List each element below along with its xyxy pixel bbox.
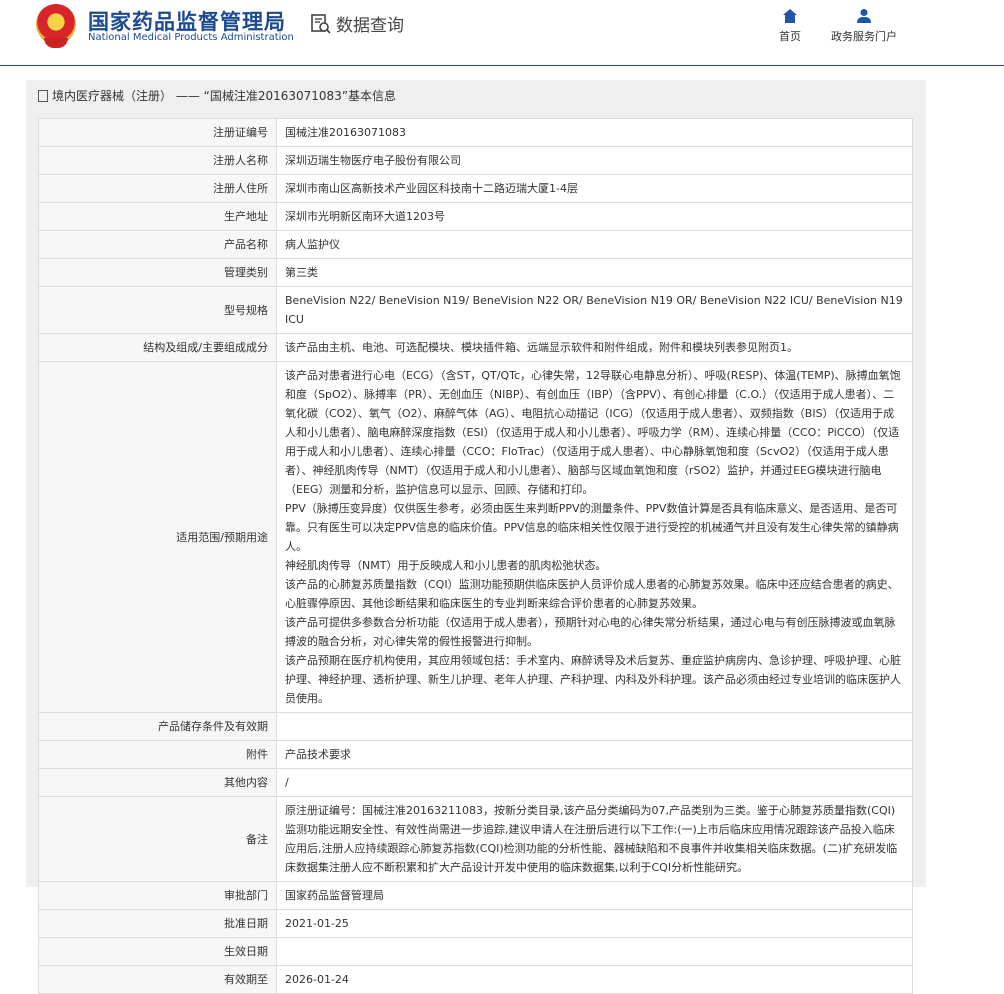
field-label: 适用范围/预期用途 bbox=[38, 361, 277, 713]
table-row: 注册人住所 深圳市南山区高新技术产业园区科技南十二路迈瑞大厦1-4层 bbox=[38, 174, 913, 203]
field-value: 国械注准20163071083 bbox=[276, 118, 913, 147]
table-row: 注册证编号 国械注准20163071083 bbox=[38, 118, 913, 147]
field-value bbox=[276, 712, 913, 741]
table-row: 注册人名称 深圳迈瑞生物医疗电子股份有限公司 bbox=[38, 146, 913, 175]
national-emblem-logo bbox=[36, 4, 76, 48]
field-label: 产品储存条件及有效期 bbox=[38, 712, 277, 741]
nav-service-portal-label: 政务服务门户 bbox=[831, 30, 897, 43]
field-label: 注册证编号 bbox=[38, 118, 277, 147]
nav-home[interactable]: 首页 bbox=[776, 8, 804, 44]
table-row: 其他内容 / bbox=[38, 768, 913, 797]
brand-title-en[interactable]: National Medical Products Administration bbox=[88, 32, 294, 43]
table-row: 附件 产品技术要求 bbox=[38, 740, 913, 769]
field-value: 病人监护仪 bbox=[276, 230, 913, 259]
table-row: 生产地址 深圳市光明新区南环大道1203号 bbox=[38, 202, 913, 231]
table-row: 备注 原注册证编号：国械注准20163211083，按新分类目录,该产品分类编码为… bbox=[38, 796, 913, 882]
field-value: 产品技术要求 bbox=[276, 740, 913, 769]
data-query-label: 数据查询 bbox=[336, 16, 404, 36]
field-value: BeneVision N22/ BeneVision N19/ BeneVisi… bbox=[276, 286, 913, 334]
field-value: 该产品对患者进行心电（ECG）（含ST，QT/QTc，心律失常，12导联心电静息… bbox=[276, 361, 913, 713]
field-label: 批准日期 bbox=[38, 909, 277, 938]
field-value: 该产品由主机、电池、可选配模块、模块插件箱、远端显示软件和附件组成，附件和模块列… bbox=[276, 333, 913, 362]
table-row: 审批部门 国家药品监督管理局 bbox=[38, 881, 913, 910]
nav-service-portal[interactable]: 政务服务门户 bbox=[828, 8, 900, 44]
field-value: / bbox=[276, 768, 913, 797]
field-label: 其他内容 bbox=[38, 768, 277, 797]
field-value: 第三类 bbox=[276, 258, 913, 287]
field-label: 产品名称 bbox=[38, 230, 277, 259]
field-label: 生效日期 bbox=[38, 937, 277, 966]
table-row: 产品储存条件及有效期 bbox=[38, 712, 913, 741]
document-icon bbox=[38, 90, 48, 102]
field-label: 管理类别 bbox=[38, 258, 277, 287]
field-value: 2021-01-25 bbox=[276, 909, 913, 938]
table-row: 管理类别 第三类 bbox=[38, 258, 913, 287]
nav-home-label: 首页 bbox=[779, 30, 801, 43]
field-value: 深圳市光明新区南环大道1203号 bbox=[276, 202, 913, 231]
field-label: 注册人名称 bbox=[38, 146, 277, 175]
table-row: 产品名称 病人监护仪 bbox=[38, 230, 913, 259]
panel-title: 境内医疗器械（注册） —— “国械注准20163071083”基本信息 bbox=[26, 80, 926, 112]
field-value: 深圳市南山区高新技术产业园区科技南十二路迈瑞大厦1-4层 bbox=[276, 174, 913, 203]
site-header: 国家药品监督管理局 National Medical Products Admi… bbox=[0, 0, 1004, 66]
table-row: 结构及组成/主要组成成分 该产品由主机、电池、可选配模块、模块插件箱、远端显示软件… bbox=[38, 333, 913, 362]
user-icon bbox=[857, 9, 871, 23]
table-row: 批准日期 2021-01-25 bbox=[38, 909, 913, 938]
field-label: 备注 bbox=[38, 796, 277, 882]
info-table: 注册证编号 国械注准20163071083 注册人名称 深圳迈瑞生物医疗电子股份有限公… bbox=[38, 118, 913, 994]
field-value: 国家药品监督管理局 bbox=[276, 881, 913, 910]
field-label: 结构及组成/主要组成成分 bbox=[38, 333, 277, 362]
field-label: 附件 bbox=[38, 740, 277, 769]
field-label: 注册人住所 bbox=[38, 174, 277, 203]
field-value: 2026-01-24 bbox=[276, 965, 913, 994]
home-icon bbox=[783, 9, 797, 23]
table-row: 生效日期 bbox=[38, 937, 913, 966]
table-row: 型号规格 BeneVision N22/ BeneVision N19/ Bene… bbox=[38, 286, 913, 334]
field-label: 生产地址 bbox=[38, 202, 277, 231]
data-query-icon bbox=[311, 13, 331, 34]
field-label: 有效期至 bbox=[38, 965, 277, 994]
field-label: 审批部门 bbox=[38, 881, 277, 910]
table-row: 适用范围/预期用途 该产品对患者进行心电（ECG）（含ST，QT/QTc，心律失常… bbox=[38, 361, 913, 713]
panel-title-text: 境内医疗器械（注册） —— “国械注准20163071083”基本信息 bbox=[52, 89, 397, 103]
detail-panel: 境内医疗器械（注册） —— “国械注准20163071083”基本信息 注册证编… bbox=[26, 80, 926, 994]
field-value: 深圳迈瑞生物医疗电子股份有限公司 bbox=[276, 146, 913, 175]
data-query-link[interactable]: 数据查询 bbox=[310, 11, 404, 36]
field-value: 原注册证编号：国械注准20163211083，按新分类目录,该产品分类编码为07… bbox=[276, 796, 913, 882]
field-label: 型号规格 bbox=[38, 286, 277, 334]
field-value bbox=[276, 937, 913, 966]
table-row: 有效期至 2026-01-24 bbox=[38, 965, 913, 994]
